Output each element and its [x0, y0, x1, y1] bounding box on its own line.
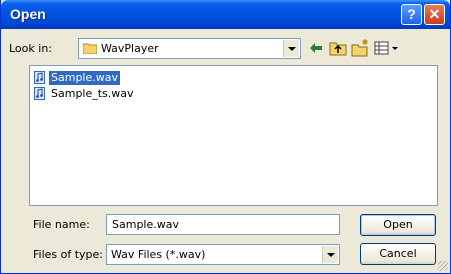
resize-grip-icon[interactable]	[438, 261, 448, 271]
file-name-label: File name:	[33, 218, 90, 231]
open-button[interactable]: Open	[360, 214, 436, 236]
chevron-down-icon[interactable]	[283, 40, 299, 57]
file-name-input[interactable]	[109, 217, 341, 232]
title-bar[interactable]: Open ? ✕	[1, 0, 450, 29]
file-name: Sample.wav	[49, 71, 120, 85]
look-in-value: WavPlayer	[101, 42, 159, 55]
chevron-down-icon[interactable]	[322, 246, 338, 263]
up-folder-icon[interactable]	[328, 38, 348, 58]
look-in-dropdown[interactable]: WavPlayer	[78, 38, 301, 59]
file-type-value: Wav Files (*.wav)	[111, 248, 206, 261]
window-title: Open	[10, 6, 46, 22]
help-icon[interactable]: ?	[401, 4, 422, 25]
close-icon[interactable]: ✕	[424, 4, 445, 25]
file-name-field[interactable]	[106, 214, 341, 235]
new-folder-icon[interactable]	[350, 38, 370, 58]
file-type-label: Files of type:	[33, 248, 104, 261]
look-in-label: Look in:	[9, 42, 52, 55]
folder-icon	[83, 43, 97, 54]
file-list[interactable]: Sample.wav Sample_ts.wav	[29, 65, 438, 206]
back-arrow-icon[interactable]	[306, 38, 326, 58]
cancel-button[interactable]: Cancel	[360, 243, 436, 265]
audio-file-icon	[34, 71, 45, 84]
audio-file-icon	[34, 87, 45, 100]
file-name: Sample_ts.wav	[51, 87, 134, 100]
open-dialog: Open ? ✕ Look in: WavPlayer Sample.wav S…	[0, 0, 451, 274]
file-type-dropdown[interactable]: Wav Files (*.wav)	[106, 244, 340, 265]
views-menu-icon[interactable]	[373, 38, 399, 58]
